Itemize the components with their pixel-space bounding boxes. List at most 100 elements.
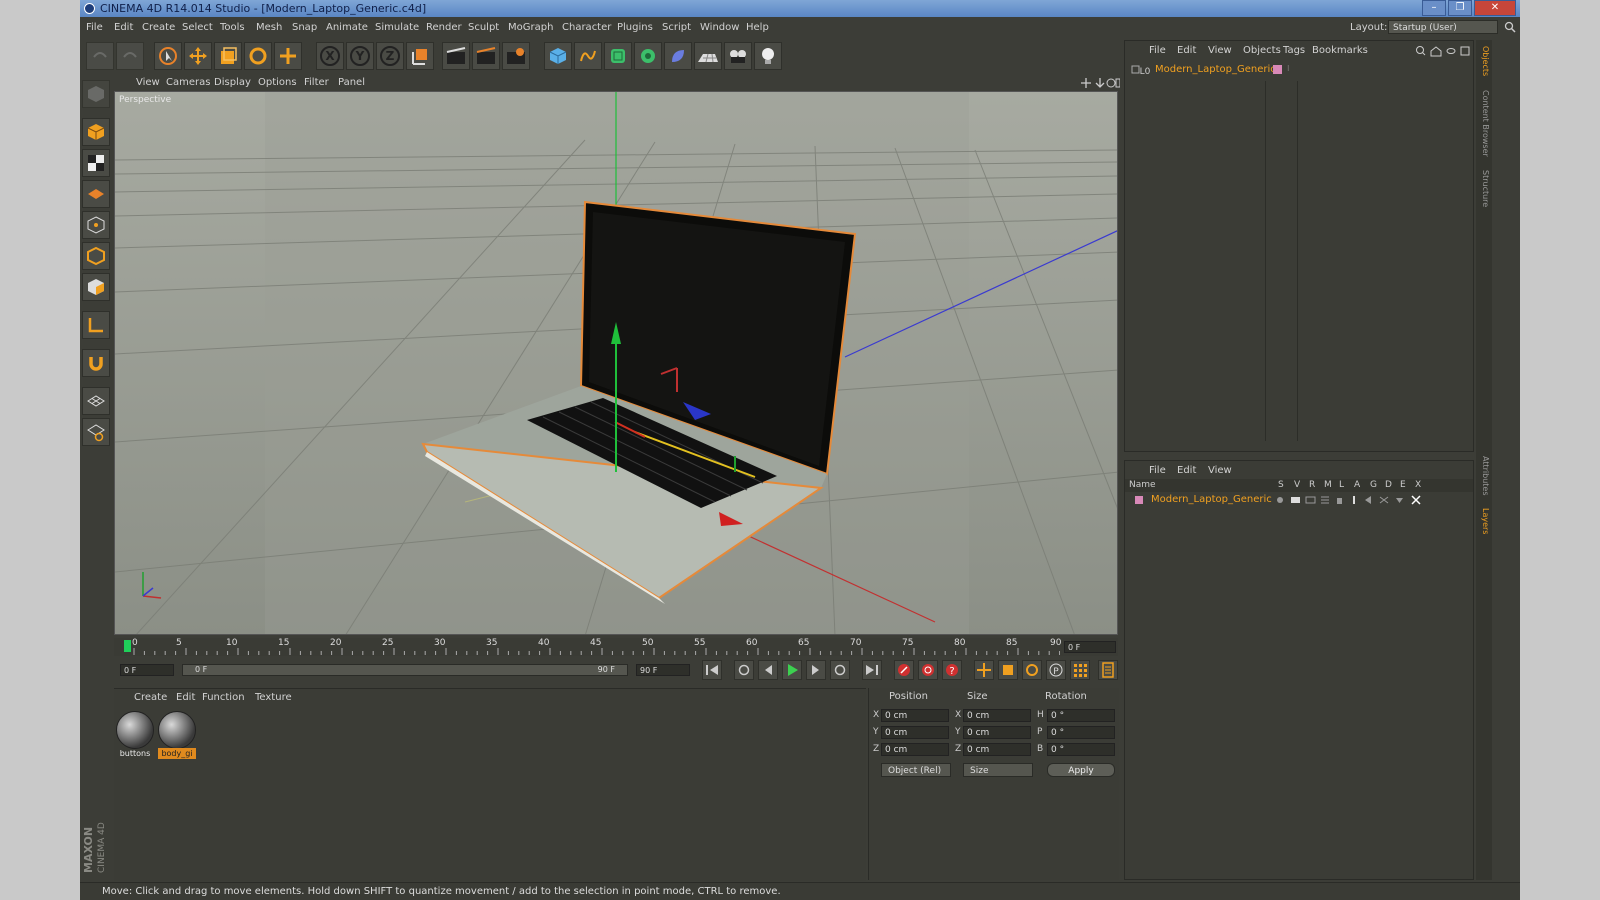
timeline-ruler[interactable]: 0 5 10 15 20 25 30 35 40 45 50 55 60 65 … [114,638,1118,656]
viewport-menu-panel[interactable]: Panel [338,77,365,88]
polygon-mode-icon[interactable] [82,273,110,301]
key-parameter-icon[interactable]: P [1046,660,1066,680]
minimize-icon[interactable]: – [1422,0,1446,16]
layer-row-modern-laptop[interactable]: Modern_Laptop_Generic [1125,493,1473,507]
cloner-icon[interactable] [634,42,662,70]
tab-structure[interactable]: Structure [1478,170,1490,207]
render-to-picture-viewer-icon[interactable] [472,42,500,70]
menu-tools[interactable]: Tools [220,22,245,33]
deformer-icon[interactable] [664,42,692,70]
menu-snap[interactable]: Snap [292,22,317,33]
object-menu-view[interactable]: View [1208,45,1232,56]
menu-mograph[interactable]: MoGraph [508,22,553,33]
start-frame-field[interactable]: 0 F [120,664,174,676]
next-frame-icon[interactable] [806,660,826,680]
record-keys-icon[interactable] [894,660,914,680]
layer-flag-icons[interactable] [1275,494,1421,506]
axis-mode-icon[interactable] [82,311,110,339]
rotation-p-field[interactable]: 0 ° [1047,726,1115,739]
key-scale-icon[interactable] [998,660,1018,680]
keyframe-selection-icon[interactable]: ? [942,660,962,680]
viewport-nav-icons[interactable] [1080,77,1120,89]
viewport-menu-view[interactable]: View [136,77,160,88]
object-menu-bookmarks[interactable]: Bookmarks [1312,45,1368,56]
visibility-dots-icon[interactable]: ⁝ [1287,64,1290,73]
camera-icon[interactable] [724,42,752,70]
rotation-h-field[interactable]: 0 ° [1047,709,1115,722]
tab-attributes[interactable]: Attributes [1478,456,1490,496]
render-settings-icon[interactable] [502,42,530,70]
live-selection-icon[interactable] [154,42,182,70]
scale-tool-icon[interactable] [214,42,242,70]
rotate-tool-icon[interactable] [244,42,272,70]
tab-layers[interactable]: Layers [1478,508,1490,534]
size-y-field[interactable]: 0 cm [963,726,1031,739]
snap-icon[interactable] [82,349,110,377]
perspective-viewport[interactable]: Perspective [114,91,1118,635]
go-to-end-icon[interactable] [862,660,882,680]
size-mode-dropdown[interactable]: Size [963,763,1033,777]
play-icon[interactable] [782,660,802,680]
loop-icon[interactable] [734,660,754,680]
spline-pen-icon[interactable] [574,42,602,70]
go-to-start-icon[interactable] [702,660,722,680]
layer-menu-edit[interactable]: Edit [1177,465,1196,476]
model-mode-icon[interactable] [82,118,110,146]
end-frame-field[interactable]: 90 F [636,664,690,676]
autokey-icon[interactable] [918,660,938,680]
y-axis-lock-icon[interactable]: Y [346,42,374,70]
locked-workplane-icon[interactable] [82,418,110,446]
layout-dropdown[interactable]: Startup (User) [1388,20,1498,34]
key-position-icon[interactable] [974,660,994,680]
workplane-icon[interactable] [82,387,110,415]
undo-icon[interactable] [86,42,114,70]
material-menu-texture[interactable]: Texture [255,692,292,703]
position-y-field[interactable]: 0 cm [881,726,949,739]
floor-scene-icon[interactable] [694,42,722,70]
menu-character[interactable]: Character [562,22,611,33]
menu-help[interactable]: Help [746,22,769,33]
layer-menu-view[interactable]: View [1208,465,1232,476]
object-menu-tags[interactable]: Tags [1283,45,1305,56]
position-z-field[interactable]: 0 cm [881,743,949,756]
layer-color-swatch[interactable] [1135,496,1143,504]
cube-primitive-icon[interactable] [544,42,572,70]
viewport-menu-cameras[interactable]: Cameras [166,77,210,88]
close-icon[interactable]: ✕ [1474,0,1516,16]
timeline-window-icon[interactable] [1098,660,1118,680]
search-icon[interactable] [1504,21,1516,33]
menu-animate[interactable]: Animate [326,22,368,33]
point-mode-icon[interactable] [82,211,110,239]
viewport-menu-display[interactable]: Display [214,77,251,88]
menu-sculpt[interactable]: Sculpt [468,22,499,33]
recent-tools-icon[interactable] [274,42,302,70]
apply-button[interactable]: Apply [1047,763,1115,777]
tab-content-browser[interactable]: Content Browser [1478,90,1490,157]
position-x-field[interactable]: 0 cm [881,709,949,722]
coordinate-system-icon[interactable] [406,42,434,70]
coordinate-mode-dropdown[interactable]: Object (Rel) [881,763,951,777]
menu-plugins[interactable]: Plugins [617,22,653,33]
key-pla-icon[interactable] [1070,660,1090,680]
layer-menu-file[interactable]: File [1149,465,1166,476]
loop-end-icon[interactable] [830,660,850,680]
object-row-modern-laptop[interactable]: L0 Modern_Laptop_Generic ⁝ [1131,63,1471,77]
menu-render[interactable]: Render [426,22,462,33]
key-rotation-icon[interactable] [1022,660,1042,680]
viewport-menu-options[interactable]: Options [258,77,297,88]
workplane-mode-icon[interactable] [82,180,110,208]
menu-edit[interactable]: Edit [114,22,133,33]
material-swatch-body-gi[interactable]: body_gi [158,711,196,759]
texture-mode-icon[interactable] [82,149,110,177]
redo-icon[interactable] [116,42,144,70]
menu-window[interactable]: Window [700,22,739,33]
frame-range-slider[interactable]: 0 F 90 F [182,664,628,676]
object-menu-edit[interactable]: Edit [1177,45,1196,56]
edge-mode-icon[interactable] [82,242,110,270]
maximize-icon[interactable]: ❐ [1448,0,1472,16]
menu-file[interactable]: File [86,22,103,33]
z-axis-lock-icon[interactable]: Z [376,42,404,70]
previous-frame-icon[interactable] [758,660,778,680]
rotation-b-field[interactable]: 0 ° [1047,743,1115,756]
menu-script[interactable]: Script [662,22,691,33]
